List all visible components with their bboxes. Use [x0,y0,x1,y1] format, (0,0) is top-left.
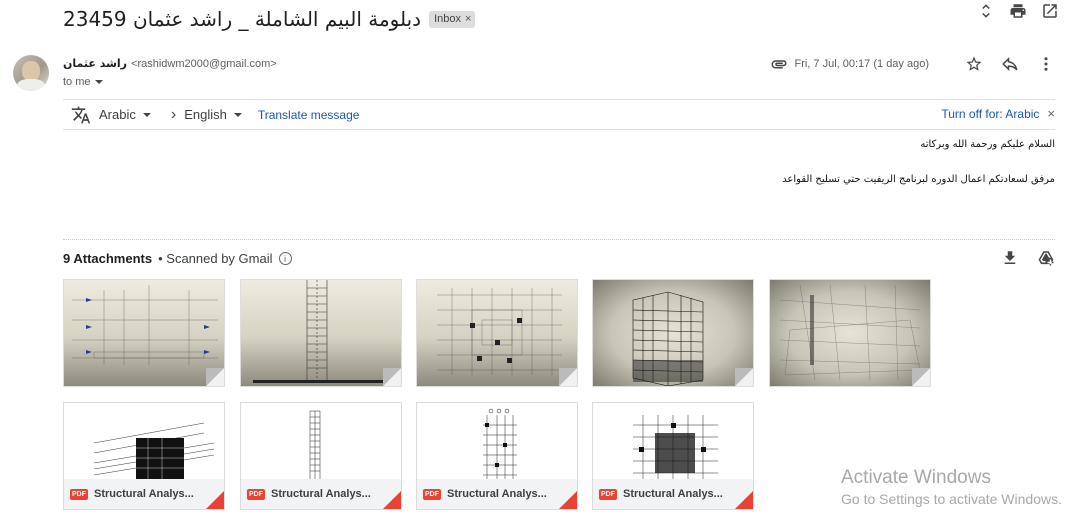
message-body: السلام عليكم ورحمة الله وبركاته مرفق لسع… [782,139,1055,209]
pdf-label-bar: PDF Structural Analys... [241,479,401,509]
chevron-down-icon [142,112,151,117]
drawing-preview [72,285,218,365]
drawing-preview [779,284,921,381]
pdf-label-bar: PDF Structural Analys... [593,479,753,509]
attachment-actions [1001,249,1055,267]
expand-collapse-icon[interactable] [977,2,995,20]
drawing-preview [632,291,704,386]
translate-icon [71,105,91,125]
turn-off-translation: Turn off for: Arabic × [941,106,1055,121]
print-icon[interactable] [1009,2,1027,20]
avatar-body [17,79,45,91]
pdf-file-name: Structural Analys... [94,488,194,500]
more-options-icon[interactable] [1037,55,1055,73]
image-attachment-thumbnail[interactable] [416,279,578,387]
pdf-file-icon: PDF [423,488,441,500]
thumbnail-fold [735,368,753,386]
pdf-attachment-card[interactable]: PDF Structural Analys... [592,402,754,510]
pdf-preview [483,408,517,481]
pdf-file-name: Structural Analys... [271,488,371,500]
sender-name[interactable]: راشد عثمان [63,57,127,70]
image-attachment-thumbnail[interactable] [63,279,225,387]
pdf-attachment-card[interactable]: PDF Structural Analys... [416,402,578,510]
inbox-label-badge[interactable]: Inbox × [429,10,476,28]
body-line-greeting: السلام عليكم ورحمة الله وبركاته [920,139,1055,150]
scanned-by-gmail: • Scanned by Gmail [158,251,273,266]
thumbnail-fold [559,368,577,386]
image-attachment-thumbnail[interactable] [240,279,402,387]
attachments-divider [63,239,1055,240]
close-icon[interactable]: × [1047,106,1055,121]
image-attachment-thumbnail[interactable] [769,279,931,387]
sender-email: <rashidwm2000@gmail.com> [131,58,277,70]
pdf-label-bar: PDF Structural Analys... [64,479,224,509]
pdf-label-bar: PDF Structural Analys... [417,479,577,509]
subject-row: دبلومة البيم الشاملة _ راشد عثمان 23459 … [63,6,1059,32]
chevron-down-icon [233,112,242,117]
pdf-corner [383,491,401,509]
pdf-file-icon: PDF [599,488,617,500]
subject-actions [977,2,1059,20]
pdf-file-icon: PDF [70,488,88,500]
translate-message-link[interactable]: Translate message [258,108,360,122]
watermark-subtitle: Go to Settings to activate Windows. [841,491,1062,507]
avatar-face [22,61,40,81]
pdf-preview [309,410,321,481]
thumbnail-fold [383,368,401,386]
chevron-down-icon [94,80,103,84]
drawing-preview [253,280,388,383]
email-subject: دبلومة البيم الشاملة _ راشد عثمان 23459 [63,7,422,31]
pdf-file-name: Structural Analys... [623,488,723,500]
attachments-count: 9 Attachments [63,251,153,266]
message-date: Fri, 7 Jul, 00:17 (1 day ago) [794,58,929,70]
pdf-preview [93,422,215,481]
target-language-select[interactable]: English [184,107,242,122]
source-language-select[interactable]: Arabic [99,107,151,122]
sender-line: راشد عثمان <rashidwm2000@gmail.com> [63,57,277,70]
pdf-corner [206,491,224,509]
recipient-details-toggle[interactable]: to me [63,76,103,88]
pdf-file-name: Structural Analys... [447,488,547,500]
open-new-window-icon[interactable] [1041,2,1059,20]
translate-bar: Arabic › English Translate message Turn … [63,99,1055,130]
target-language-label: English [184,107,227,122]
pdf-attachment-card[interactable]: PDF Structural Analys... [63,402,225,510]
body-line-attachment-note: مرفق لسعادتكم اعمال الدوره لبرنامج الريف… [782,174,1055,185]
attachment-clip-icon [770,55,788,73]
sender-avatar[interactable] [13,55,49,91]
image-attachment-thumbnail[interactable] [592,279,754,387]
pdf-preview [633,415,718,481]
reply-icon[interactable] [1001,55,1019,73]
download-all-icon[interactable] [1001,249,1019,267]
add-to-drive-icon[interactable] [1037,249,1055,267]
turn-off-translation-link[interactable]: Turn off for: Arabic [941,107,1039,121]
windows-activation-watermark: Activate Windows Go to Settings to activ… [841,467,1062,507]
thumbnail-fold [912,368,930,386]
inbox-label-text: Inbox [434,13,462,25]
chevron-right-icon: › [170,105,177,123]
star-icon[interactable] [965,55,983,73]
message-meta: Fri, 7 Jul, 00:17 (1 day ago) [770,55,1055,73]
watermark-title: Activate Windows [841,467,991,488]
remove-label-icon[interactable]: × [465,13,471,25]
info-icon[interactable]: i [278,252,292,265]
pdf-corner [559,491,577,509]
thumbnail-fold [206,368,224,386]
pdf-file-icon: PDF [247,488,265,500]
attachments-header: 9 Attachments • Scanned by Gmail i [63,251,292,266]
recipient-label: to me [63,76,91,88]
pdf-attachment-card[interactable]: PDF Structural Analys... [240,402,402,510]
pdf-corner [735,491,753,509]
drawing-preview [437,288,562,375]
source-language-label: Arabic [99,107,136,122]
